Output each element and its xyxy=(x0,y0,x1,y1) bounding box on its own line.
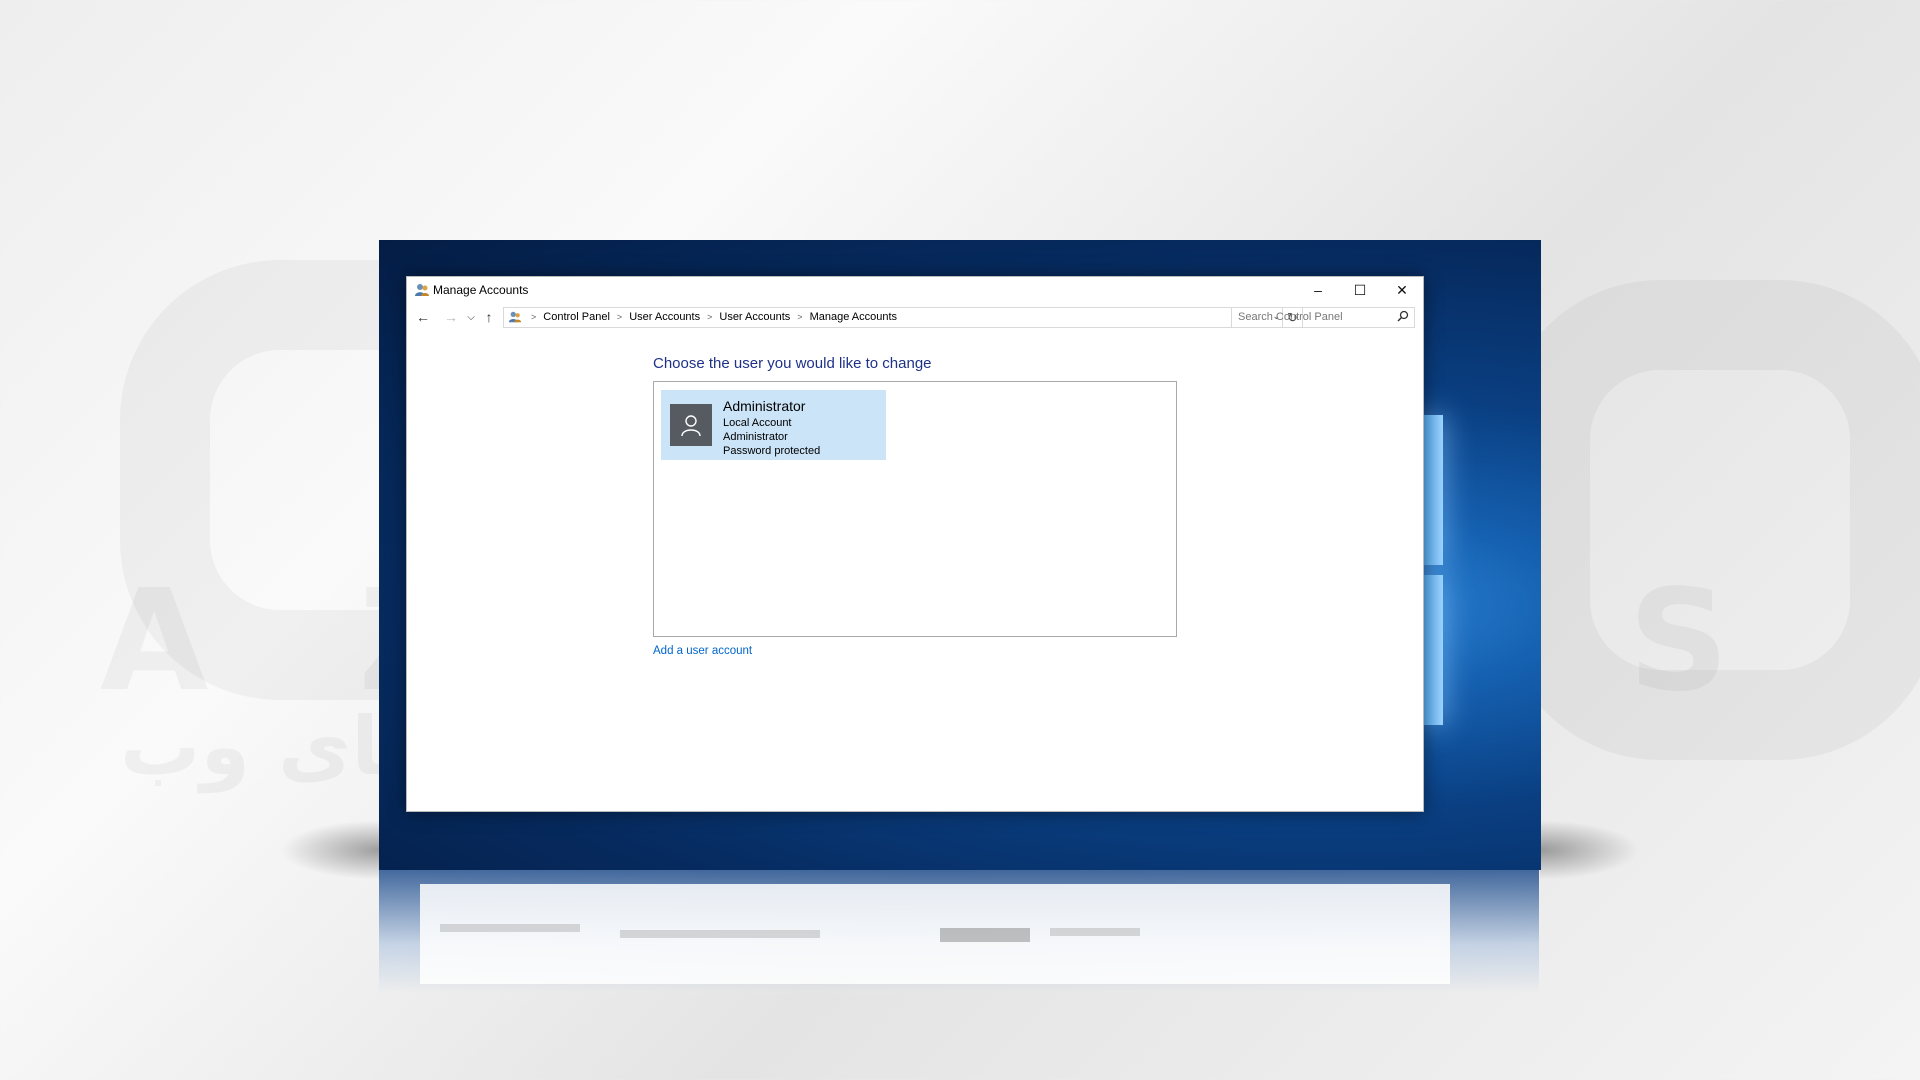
breadcrumb: > Control Panel > User Accounts > User A… xyxy=(524,311,897,323)
account-role: Administrator xyxy=(723,431,788,443)
add-user-account-link[interactable]: Add a user account xyxy=(653,645,752,657)
navigation-bar: ← → ⌵ ↑ > Control Panel > User Accounts … xyxy=(407,305,1423,329)
windows-logo-pane xyxy=(1421,415,1443,565)
page-title: Choose the user you would like to change xyxy=(653,355,932,372)
user-silhouette-icon xyxy=(681,415,701,437)
search-input[interactable]: Search Control Panel xyxy=(1231,307,1415,328)
recent-locations-button[interactable]: ⌵ xyxy=(461,307,481,327)
maximize-button[interactable]: ☐ xyxy=(1339,277,1381,303)
desktop-reflection xyxy=(379,870,1539,994)
title-bar[interactable]: Manage Accounts – ☐ ✕ xyxy=(407,277,1423,303)
breadcrumb-separator[interactable]: > xyxy=(797,312,802,322)
chevron-down-icon: ⌵ xyxy=(467,311,475,323)
back-button[interactable]: ← xyxy=(413,307,433,327)
close-icon: ✕ xyxy=(1396,281,1408,298)
account-type: Local Account xyxy=(723,417,792,429)
breadcrumb-user-accounts[interactable]: User Accounts xyxy=(629,311,700,323)
password-status: Password protected xyxy=(723,445,821,457)
minimize-button[interactable]: – xyxy=(1297,277,1339,303)
search-placeholder: Search Control Panel xyxy=(1238,311,1343,323)
window-reflection xyxy=(420,884,1450,984)
user-account-list: Administrator Local Account Administrato… xyxy=(653,381,1177,637)
frame-shadow-right xyxy=(1540,820,1640,880)
breadcrumb-separator: > xyxy=(531,312,537,322)
manage-accounts-window: Manage Accounts – ☐ ✕ ← → ⌵ ↑ > Control … xyxy=(406,276,1424,812)
arrow-right-icon: → xyxy=(444,309,458,325)
search-icon[interactable] xyxy=(1397,310,1409,322)
user-name: Administrator xyxy=(723,398,806,414)
breadcrumb-separator[interactable]: > xyxy=(617,312,622,322)
arrow-up-icon: ↑ xyxy=(485,309,493,325)
address-bar[interactable]: > Control Panel > User Accounts > User A… xyxy=(503,307,1303,328)
minimize-icon: – xyxy=(1314,282,1322,298)
breadcrumb-manage-accounts[interactable]: Manage Accounts xyxy=(810,311,897,323)
user-accounts-icon xyxy=(508,311,522,323)
breadcrumb-separator[interactable]: > xyxy=(707,312,712,322)
breadcrumb-user-accounts-sub[interactable]: User Accounts xyxy=(719,311,790,323)
main-content: Choose the user you would like to change… xyxy=(407,333,1423,811)
up-button[interactable]: ↑ xyxy=(479,307,499,327)
user-accounts-icon xyxy=(415,284,429,296)
arrow-left-icon: ← xyxy=(416,309,430,325)
forward-button[interactable]: → xyxy=(441,307,461,327)
user-card-administrator[interactable]: Administrator Local Account Administrato… xyxy=(661,390,886,460)
close-button[interactable]: ✕ xyxy=(1381,277,1423,303)
avatar xyxy=(670,404,712,446)
windows-logo-pane xyxy=(1421,575,1443,725)
maximize-icon: ☐ xyxy=(1353,281,1367,298)
breadcrumb-control-panel[interactable]: Control Panel xyxy=(543,311,610,323)
window-title: Manage Accounts xyxy=(433,283,529,297)
frame-shadow-left xyxy=(280,820,380,880)
